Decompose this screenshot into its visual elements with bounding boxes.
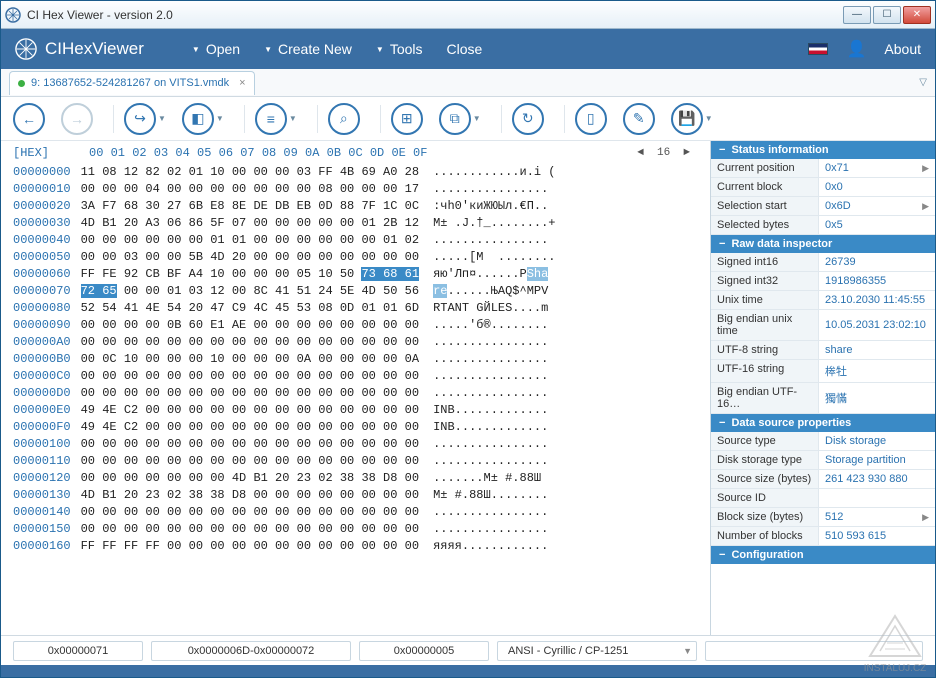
status-range: 0x0000006D-0x00000072	[151, 641, 351, 661]
hex-row[interactable]: 000000F049 4E C2 00 00 00 00 00 00 00 00…	[13, 419, 710, 436]
row-unixtime[interactable]: Unix time23.10.2030 11:45:55	[711, 291, 935, 310]
status-length: 0x00000005	[359, 641, 489, 661]
brand-label: CIHexViewer	[45, 39, 144, 59]
row-source-size[interactable]: Source size (bytes)261 423 930 880	[711, 470, 935, 489]
minimize-button[interactable]: —	[843, 6, 871, 24]
hex-row[interactable]: 0000007072 65 00 00 01 03 12 00 8C 41 51…	[13, 283, 710, 300]
brand-icon	[15, 38, 37, 60]
hex-row[interactable]: 000000203A F7 68 30 27 6B E8 8E DE DB EB…	[13, 198, 710, 215]
row-be-unixtime[interactable]: Big endian unix time10.05.2031 23:02:10	[711, 310, 935, 341]
language-icon[interactable]	[808, 43, 828, 55]
main-menubar: CIHexViewer ▼Open ▼Create New ▼Tools Clo…	[1, 29, 935, 69]
hex-row[interactable]: 0000014000 00 00 00 00 00 00 00 00 00 00…	[13, 504, 710, 521]
hex-row[interactable]: 0000010000 00 00 00 00 00 00 00 00 00 00…	[13, 436, 710, 453]
status-position: 0x00000071	[13, 641, 143, 661]
list-dropdown[interactable]: ▼	[289, 114, 297, 123]
section-status-info[interactable]: −Status information	[711, 141, 935, 159]
hex-row[interactable]: 000000A000 00 00 00 00 00 00 00 00 00 00…	[13, 334, 710, 351]
row-block-size[interactable]: Block size (bytes)512▶	[711, 508, 935, 527]
row-current-position[interactable]: Current position0x71▶	[711, 159, 935, 178]
save-dropdown[interactable]: ▼	[705, 114, 713, 123]
status-bar: 0x00000071 0x0000006D-0x00000072 0x00000…	[1, 635, 935, 665]
menu-create-new[interactable]: ▼Create New	[264, 41, 352, 57]
row-selected-bytes[interactable]: Selected bytes0x5	[711, 216, 935, 235]
status-encoding[interactable]: ANSI - Cyrillic / CP-1251▼	[497, 641, 697, 661]
hex-row[interactable]: 00000060FF FE 92 CB BF A4 10 00 00 00 05…	[13, 266, 710, 283]
section-data-source[interactable]: −Data source properties	[711, 414, 935, 432]
hex-row[interactable]: 0000004000 00 00 00 00 00 01 01 00 00 00…	[13, 232, 710, 249]
row-int32[interactable]: Signed int321918986355	[711, 272, 935, 291]
bookmark-button[interactable]: ◧	[182, 103, 214, 135]
row-selection-start[interactable]: Selection start0x6D▶	[711, 197, 935, 216]
row-current-block[interactable]: Current block0x0	[711, 178, 935, 197]
section-configuration[interactable]: −Configuration	[711, 546, 935, 564]
tab-label: 9: 13687652-524281267 on VITS1.vmdk	[31, 77, 229, 89]
app-icon	[5, 7, 21, 23]
hex-row[interactable]: 0000001000 00 00 04 00 00 00 00 00 00 00…	[13, 181, 710, 198]
inspector-panel: −Status information Current position0x71…	[710, 141, 935, 635]
maximize-button[interactable]: ☐	[873, 6, 901, 24]
goto-button[interactable]: ↪	[124, 103, 156, 135]
hex-row[interactable]: 000000C000 00 00 00 00 00 00 00 00 00 00…	[13, 368, 710, 385]
hex-row[interactable]: 000001304D B1 20 23 02 38 38 D8 00 00 00…	[13, 487, 710, 504]
hex-row[interactable]: 0000009000 00 00 00 0B 60 E1 AE 00 00 00…	[13, 317, 710, 334]
hex-row[interactable]: 0000015000 00 00 00 00 00 00 00 00 00 00…	[13, 521, 710, 538]
hex-row[interactable]: 0000005000 00 03 00 00 5B 4D 20 00 00 00…	[13, 249, 710, 266]
search-button[interactable]: ⌕	[328, 103, 360, 135]
window-title: CI Hex Viewer - version 2.0	[27, 8, 843, 22]
hex-row[interactable]: 0000012000 00 00 00 00 00 00 4D B1 20 23…	[13, 470, 710, 487]
tab-status-dot	[18, 80, 25, 87]
status-spacer	[705, 641, 923, 661]
hex-row[interactable]: 0000000011 08 12 82 02 01 10 00 00 00 03…	[13, 164, 710, 181]
hex-viewer[interactable]: ◄ 16 ► [HEX]00 01 02 03 04 05 06 07 08 0…	[1, 141, 710, 635]
refresh-button[interactable]: ↻	[512, 103, 544, 135]
row-disk-type[interactable]: Disk storage typeStorage partition	[711, 451, 935, 470]
edit-button[interactable]: ✎	[623, 103, 655, 135]
tab-bar: 9: 13687652-524281267 on VITS1.vmdk × ▽	[1, 69, 935, 97]
footer-bar	[1, 665, 935, 677]
hex-row[interactable]: 000000B000 0C 10 00 00 00 10 00 00 00 0A…	[13, 351, 710, 368]
hex-row[interactable]: 000000304D B1 20 A3 06 86 5F 07 00 00 00…	[13, 215, 710, 232]
menu-tools[interactable]: ▼Tools	[376, 41, 423, 57]
copy-button[interactable]: ⧉	[439, 103, 471, 135]
hex-row[interactable]: 000000D000 00 00 00 00 00 00 00 00 00 00…	[13, 385, 710, 402]
goto-dropdown[interactable]: ▼	[158, 114, 166, 123]
notebook-button[interactable]: ▯	[575, 103, 607, 135]
column-pager[interactable]: ◄ 16 ►	[637, 145, 690, 162]
section-raw-data[interactable]: −Raw data inspector	[711, 235, 935, 253]
nav-back-button[interactable]: ←	[13, 103, 45, 135]
row-be-utf16[interactable]: Big endian UTF-16…獨慲	[711, 383, 935, 414]
row-utf16[interactable]: UTF-16 string桳牡	[711, 360, 935, 383]
tab-close-icon[interactable]: ×	[239, 77, 245, 89]
row-int16[interactable]: Signed int1626739	[711, 253, 935, 272]
toolbar: ← → ↪▼ ◧▼ ≡▼ ⌕ ⊞ ⧉▼ ↻ ▯ ✎ 💾▼	[1, 97, 935, 141]
app-brand: CIHexViewer	[15, 38, 144, 60]
hex-row[interactable]: 000000E049 4E C2 00 00 00 00 00 00 00 00…	[13, 402, 710, 419]
tab-active[interactable]: 9: 13687652-524281267 on VITS1.vmdk ×	[9, 71, 255, 95]
window-titlebar: CI Hex Viewer - version 2.0 — ☐ ✕	[1, 1, 935, 29]
copy-dropdown[interactable]: ▼	[473, 114, 481, 123]
close-window-button[interactable]: ✕	[903, 6, 931, 24]
nav-forward-button: →	[61, 103, 93, 135]
menu-about[interactable]: About	[884, 41, 921, 57]
menu-close[interactable]: Close	[447, 41, 483, 57]
grid-button[interactable]: ⊞	[391, 103, 423, 135]
row-utf8[interactable]: UTF-8 stringshare	[711, 341, 935, 360]
row-num-blocks[interactable]: Number of blocks510 593 615	[711, 527, 935, 546]
row-source-type[interactable]: Source typeDisk storage	[711, 432, 935, 451]
menu-open[interactable]: ▼Open	[192, 41, 240, 57]
tab-overflow-icon[interactable]: ▽	[919, 77, 927, 88]
save-button[interactable]: 💾	[671, 103, 703, 135]
hex-row[interactable]: 00000160FF FF FF FF 00 00 00 00 00 00 00…	[13, 538, 710, 555]
bookmark-dropdown[interactable]: ▼	[216, 114, 224, 123]
row-source-id[interactable]: Source ID	[711, 489, 935, 508]
hex-row[interactable]: 0000008052 54 41 4E 54 20 47 C9 4C 45 53…	[13, 300, 710, 317]
list-button[interactable]: ≡	[255, 103, 287, 135]
user-icon[interactable]: 👤	[846, 39, 866, 59]
hex-row[interactable]: 0000011000 00 00 00 00 00 00 00 00 00 00…	[13, 453, 710, 470]
